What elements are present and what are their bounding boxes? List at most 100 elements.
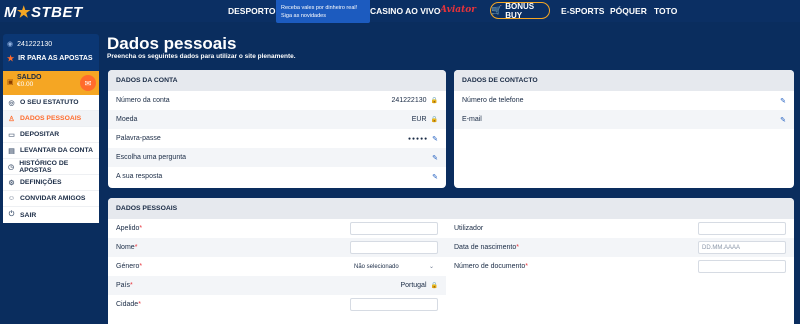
name-input[interactable] <box>350 241 438 254</box>
history-icon: ◷ <box>8 163 15 171</box>
bonus-buy-button[interactable]: 🛒 BONUS BUY <box>490 1 550 20</box>
city-label: Cidade <box>116 301 139 308</box>
edit-password-icon[interactable]: ✎ <box>432 135 438 143</box>
user-circle-icon: ◉ <box>7 41 14 48</box>
name-row: Nome* <box>108 238 446 257</box>
document-number-row: Número de documento* <box>446 257 794 276</box>
nav-aviator[interactable]: Aviator <box>440 5 476 15</box>
password-label: Palavra-passe <box>116 135 161 142</box>
mostbet-logo[interactable]: M★STBET <box>4 3 83 21</box>
personal-data-card: DADOS PESSOAIS Apelido* Nome* Género* Nã… <box>108 198 794 324</box>
promo-line-2: Siga as novidades <box>281 13 326 19</box>
email-label: E-mail <box>462 116 482 123</box>
sidebar-item-convidar[interactable]: ☺ CONVIDAR AMIGOS <box>3 191 99 207</box>
sidebar-item-sair[interactable]: ⏻ SAIR <box>3 207 99 223</box>
birthdate-input[interactable]: DD.MM.AAAA <box>698 241 786 254</box>
sidebar-item-label: SAIR <box>20 211 37 219</box>
logo-text-m: M <box>4 4 17 21</box>
nav-casino-ao-vivo[interactable]: CASINO AO VIVO <box>370 0 441 22</box>
security-answer-row: A sua resposta ✎ <box>108 167 446 186</box>
edit-email-icon[interactable]: ✎ <box>780 116 786 124</box>
phone-label: Número de telefone <box>462 97 524 104</box>
country-value: Portugal <box>400 282 427 289</box>
currency-value: EUR <box>411 116 427 123</box>
wallet-icon: ▣ <box>7 79 14 86</box>
personal-left-column: Apelido* Nome* Género* Não selecionado ⌄… <box>108 219 446 314</box>
nav-esports[interactable]: E-SPORTS <box>561 0 604 22</box>
bonus-buy-label: BONUS BUY <box>505 1 535 20</box>
edit-answer-icon[interactable]: ✎ <box>432 173 438 181</box>
gender-label: Género <box>116 263 140 270</box>
username-label: Utilizador <box>454 225 484 232</box>
nav-poquer[interactable]: PÓQUER <box>610 0 647 22</box>
go-to-bets-label: IR PARA AS APOSTAS <box>18 54 93 62</box>
personal-card-header: DADOS PESSOAIS <box>108 198 794 219</box>
gender-select[interactable]: Não selecionado ⌄ <box>350 260 438 273</box>
name-label: Nome <box>116 244 135 251</box>
account-card-header: DADOS DA CONTA <box>108 70 446 91</box>
sidebar-item-label: DEFINIÇÕES <box>20 179 62 186</box>
sidebar-header: ◉ 241222130 ★ IR PARA AS APOSTAS <box>3 34 99 71</box>
promo-tooltip[interactable]: Receba vales por dinheiro real! Siga as … <box>276 0 370 23</box>
city-input[interactable] <box>350 298 438 311</box>
lock-icon: 🔒 <box>430 283 438 289</box>
document-number-input[interactable] <box>698 260 786 273</box>
edit-phone-icon[interactable]: ✎ <box>780 97 786 105</box>
page-subtitle: Preencha os seguintes dados para utiliza… <box>107 53 296 60</box>
required-mark: * <box>525 263 528 270</box>
country-row: País* Portugal 🔒 <box>108 276 446 295</box>
lock-icon: 🔒 <box>430 98 438 104</box>
lock-icon: 🔒 <box>430 117 438 123</box>
account-number-label: Número da conta <box>116 97 170 104</box>
username-input[interactable] <box>698 222 786 235</box>
sidebar-item-label: LEVANTAR DA CONTA <box>20 147 93 154</box>
sidebar-item-label: HISTÓRICO DE APOSTAS <box>19 159 69 174</box>
go-to-bets-link[interactable]: ★ IR PARA AS APOSTAS <box>3 50 99 66</box>
birthdate-row: Data de nascimento* DD.MM.AAAA <box>446 238 794 257</box>
user-icon: ♙ <box>8 115 15 123</box>
country-label: País <box>116 282 131 289</box>
required-mark: * <box>130 282 133 289</box>
surname-row: Apelido* <box>108 219 446 238</box>
city-row: Cidade* <box>108 295 446 314</box>
security-question-label: Escolha uma pergunta <box>116 154 187 161</box>
nav-desporto-label: DESPORTO <box>228 6 276 16</box>
sidebar-item-levantar[interactable]: ▤ LEVANTAR DA CONTA <box>3 143 99 159</box>
password-row: Palavra-passe ●●●●● ✎ <box>108 129 446 148</box>
promo-line-1: Receba vales por dinheiro real! <box>281 5 358 11</box>
nav-casino-label: CASINO AO VIVO <box>370 6 441 16</box>
email-row: E-mail ✎ <box>454 110 794 129</box>
deposit-icon: ▭ <box>8 131 15 139</box>
status-icon: ◎ <box>8 99 15 107</box>
surname-input[interactable] <box>350 222 438 235</box>
required-mark: * <box>139 225 143 232</box>
deposit-wallet-button[interactable]: ✉ <box>80 75 96 91</box>
gender-select-value: Não selecionado <box>354 263 399 270</box>
account-sidebar: ◉ 241222130 ★ IR PARA AS APOSTAS ▣ SALDO… <box>3 34 99 223</box>
account-id: 241222130 <box>17 40 53 48</box>
sidebar-item-dados-pessoais[interactable]: ♙ DADOS PESSOAIS <box>3 111 99 127</box>
username-row: Utilizador <box>446 219 794 238</box>
security-answer-label: A sua resposta <box>116 173 163 180</box>
currency-row: Moeda EUR 🔒 <box>108 110 446 129</box>
personal-right-column: Utilizador Data de nascimento* DD.MM.AAA… <box>446 219 794 314</box>
sidebar-item-historico[interactable]: ◷ HISTÓRICO DE APOSTAS <box>3 159 99 175</box>
edit-question-icon[interactable]: ✎ <box>432 154 438 162</box>
password-mask: ●●●●● <box>408 135 429 142</box>
star-icon: ★ <box>7 53 15 63</box>
document-number-label: Número de documento <box>454 263 526 270</box>
sidebar-item-estatuto[interactable]: ◎ O SEU ESTATUTO <box>3 95 99 111</box>
sidebar-item-depositar[interactable]: ▭ DEPOSITAR <box>3 127 99 143</box>
contact-card-header: DADOS DE CONTACTO <box>454 70 794 91</box>
surname-label: Apelido <box>116 225 140 232</box>
invite-icon: ☺ <box>7 195 16 202</box>
sidebar-item-label: CONVIDAR AMIGOS <box>20 195 86 202</box>
contact-data-card: DADOS DE CONTACTO Número de telefone ✎ E… <box>454 70 794 188</box>
balance-panel[interactable]: ▣ SALDO €0.00 ✉ <box>3 71 99 95</box>
sidebar-item-label: DEPOSITAR <box>20 131 60 138</box>
sidebar-item-label: DADOS PESSOAIS <box>20 115 82 122</box>
security-question-row: Escolha uma pergunta ✎ <box>108 148 446 167</box>
birthdate-label: Data de nascimento <box>454 244 517 251</box>
nav-toto[interactable]: TOTO <box>654 0 677 22</box>
sidebar-item-definicoes[interactable]: ⚙ DEFINIÇÕES <box>3 175 99 191</box>
